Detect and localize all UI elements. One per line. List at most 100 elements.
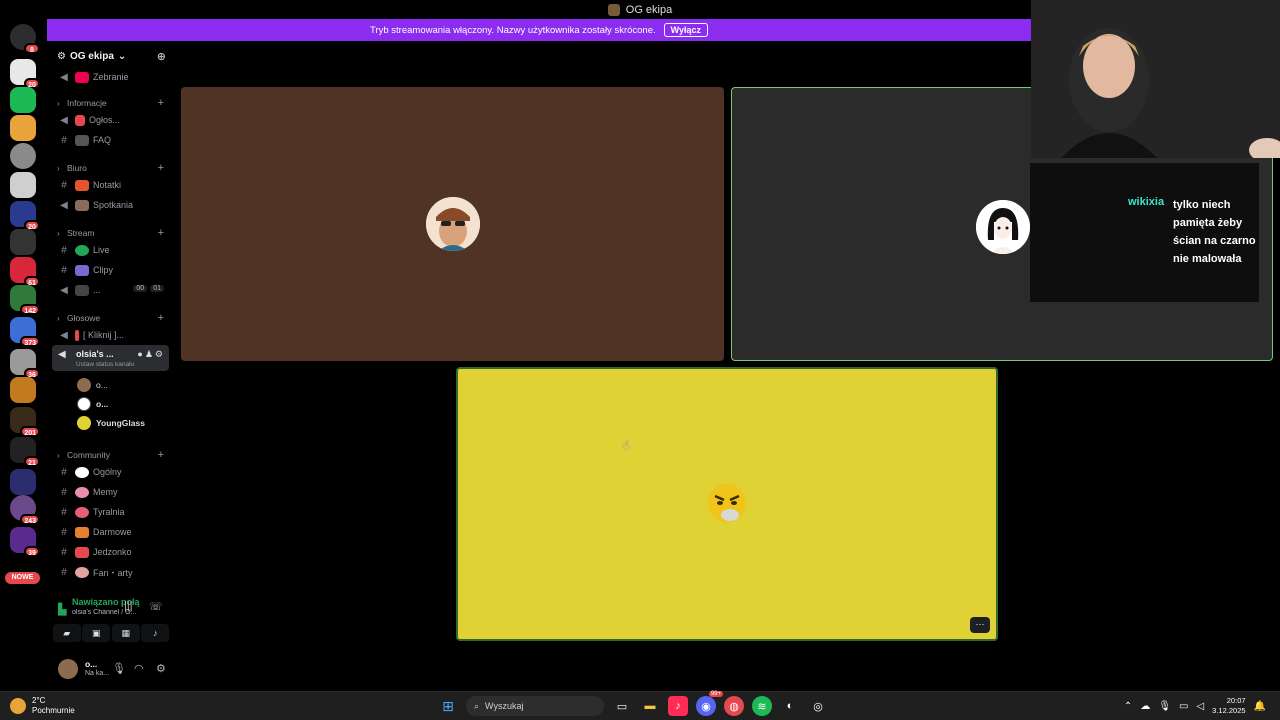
headphones-icon[interactable]: ◠ xyxy=(134,662,144,675)
tiktok-icon[interactable]: ♪ xyxy=(668,696,688,716)
add-channel-icon[interactable]: + xyxy=(158,162,164,174)
voice-member[interactable]: o... xyxy=(77,396,167,412)
text-channel[interactable]: # Live xyxy=(47,241,172,259)
server-icon[interactable]: 20 xyxy=(10,59,40,89)
participant-tile[interactable]: ··· xyxy=(456,367,998,641)
server-icon[interactable]: 243 xyxy=(10,495,40,525)
server-icon[interactable]: 142 xyxy=(10,285,40,315)
server-icon[interactable]: 373 xyxy=(10,317,40,347)
text-channel[interactable]: # Clipy xyxy=(47,261,172,279)
windows-start-icon[interactable]: ⊞ xyxy=(438,696,458,716)
server-icon[interactable] xyxy=(10,377,36,403)
server-icon[interactable]: 20 xyxy=(10,201,40,231)
text-channel[interactable]: # Tyralnia xyxy=(47,503,172,521)
banner-text: Tryb streamowania włączony. Nazwy użytko… xyxy=(370,24,656,36)
settings-gear-icon[interactable]: ⚙ xyxy=(155,349,165,359)
server-header[interactable]: ⚙ OG ekipa ⌄ ⊕ xyxy=(47,41,172,71)
microphone-icon[interactable]: 🎙 xyxy=(112,662,126,675)
chrome-icon[interactable]: ◍ xyxy=(724,696,744,716)
volume-icon[interactable]: ◁ xyxy=(1196,701,1204,712)
avatar[interactable] xyxy=(58,659,78,679)
microphone-icon[interactable]: 🎙 xyxy=(1158,701,1171,712)
voice-channel[interactable]: ◀ ... 00 01 xyxy=(47,281,172,299)
server-icon[interactable] xyxy=(10,172,36,198)
notification-bell-icon[interactable]: 🔔 xyxy=(1254,701,1266,712)
server-icon[interactable]: 21 xyxy=(10,437,40,467)
megaphone-icon: ◀ xyxy=(60,114,68,126)
disconnect-icon[interactable]: ☏ xyxy=(149,600,163,613)
voice-channel[interactable]: ◀ Zebranie xyxy=(47,71,172,86)
avatar xyxy=(77,397,91,411)
chevron-right-icon: › xyxy=(57,98,60,108)
camera-off-button[interactable]: ▰ xyxy=(52,624,81,642)
server-icon[interactable] xyxy=(10,143,36,169)
server-icon[interactable]: 39 xyxy=(10,527,40,557)
text-channel[interactable]: # Jedzonko xyxy=(47,543,172,561)
hash-icon: # xyxy=(61,134,67,146)
server-icon[interactable] xyxy=(10,229,36,255)
text-channel[interactable]: # Ogólny xyxy=(47,463,172,481)
weather-widget[interactable]: 2°C Pochmurnie xyxy=(10,696,75,716)
search-icon: ⌕ xyxy=(474,700,480,711)
invite-icon[interactable]: ⊕ xyxy=(157,50,166,63)
chevron-up-icon[interactable]: ⌃ xyxy=(1124,701,1132,712)
add-channel-icon[interactable]: + xyxy=(158,227,164,239)
voice-channel[interactable]: ◀ Spotkania xyxy=(47,196,172,214)
text-channel[interactable]: # Fan・arty xyxy=(47,563,172,581)
settings-gear-icon[interactable]: ⚙ xyxy=(156,662,166,675)
active-voice-channel[interactable]: ◀ olsia's ... Ustaw status kanału ●♟⚙ xyxy=(52,345,169,371)
folder-icon[interactable] xyxy=(10,469,36,495)
announcement-channel[interactable]: ◀ Ogłos... xyxy=(47,111,172,129)
server-icon[interactable]: 36 xyxy=(10,349,40,379)
text-channel[interactable]: # Darmowe xyxy=(47,523,172,541)
server-icon[interactable] xyxy=(10,115,36,141)
chat-author: wikixia xyxy=(1128,196,1165,208)
spotify-icon[interactable]: ≋ xyxy=(752,696,772,716)
channel-sidebar: ⚙ OG ekipa ⌄ ⊕ ◀ Zebranie › Informacje +… xyxy=(47,41,172,691)
voice-member[interactable]: YoungGlass xyxy=(77,415,167,431)
category-biuro[interactable]: › Biuro + xyxy=(47,161,172,175)
add-channel-icon[interactable]: + xyxy=(158,449,164,461)
clock[interactable]: 20:07 3.12.2025 xyxy=(1212,696,1245,716)
server-icon[interactable] xyxy=(10,87,36,113)
avatar-illustration xyxy=(976,200,1030,254)
taskbar-search[interactable]: ⌕ Wyszukaj xyxy=(466,696,604,716)
add-channel-icon[interactable]: + xyxy=(158,97,164,109)
voice-channel[interactable]: ◀ [ Kliknij ]... xyxy=(47,326,172,344)
signal-icon[interactable]: ▙ xyxy=(58,603,66,616)
screen-share-button[interactable]: ▣ xyxy=(82,624,111,642)
speaker-icon: ◀ xyxy=(60,329,68,341)
cloud-icon[interactable]: ☁ xyxy=(1140,701,1150,712)
activities-button[interactable]: ▦ xyxy=(111,624,140,642)
network-icon[interactable]: ▭ xyxy=(1179,701,1188,712)
app-icon[interactable]: ◎ xyxy=(808,696,828,716)
invite-icon[interactable]: ♟ xyxy=(145,349,155,359)
text-channel[interactable]: # FAQ xyxy=(47,131,172,149)
hash-icon: # xyxy=(61,546,67,558)
disable-streamer-mode-button[interactable]: Wyłącz xyxy=(663,23,708,37)
category-glosowe[interactable]: › Głosowe + xyxy=(47,311,172,325)
category-community[interactable]: › Community + xyxy=(47,448,172,462)
participant-tile[interactable] xyxy=(181,87,724,361)
text-channel[interactable]: # Memy xyxy=(47,483,172,501)
steam-icon[interactable]: ◐ xyxy=(780,696,800,716)
hash-icon: # xyxy=(61,264,67,276)
server-icon[interactable]: 61 xyxy=(10,257,40,287)
file-explorer-icon[interactable]: ▬ xyxy=(640,696,660,716)
voice-member[interactable]: o... xyxy=(77,377,167,393)
chat-icon[interactable]: ● xyxy=(137,349,144,359)
home-icon[interactable]: 8 xyxy=(10,24,40,54)
text-channel[interactable]: # Notatki xyxy=(47,176,172,194)
discord-icon[interactable]: ◉ 99+ xyxy=(696,691,723,716)
channel-status-hint[interactable]: Ustaw status kanału xyxy=(76,361,134,368)
server-icon[interactable]: 201 xyxy=(10,407,40,437)
soundboard-button[interactable]: ♪ xyxy=(141,624,170,642)
category-informacje[interactable]: › Informacje + xyxy=(47,96,172,110)
speaker-icon: ◀ xyxy=(60,284,68,296)
more-options-button[interactable]: ··· xyxy=(970,617,990,633)
noise-suppression-icon[interactable]: ||| xyxy=(124,600,133,612)
task-view-icon[interactable]: ▭ xyxy=(612,696,632,716)
channel-list: ◀ Zebranie › Informacje + ◀ Ogłos... # F… xyxy=(47,71,172,631)
category-stream[interactable]: › Stream + xyxy=(47,226,172,240)
add-channel-icon[interactable]: + xyxy=(158,312,164,324)
